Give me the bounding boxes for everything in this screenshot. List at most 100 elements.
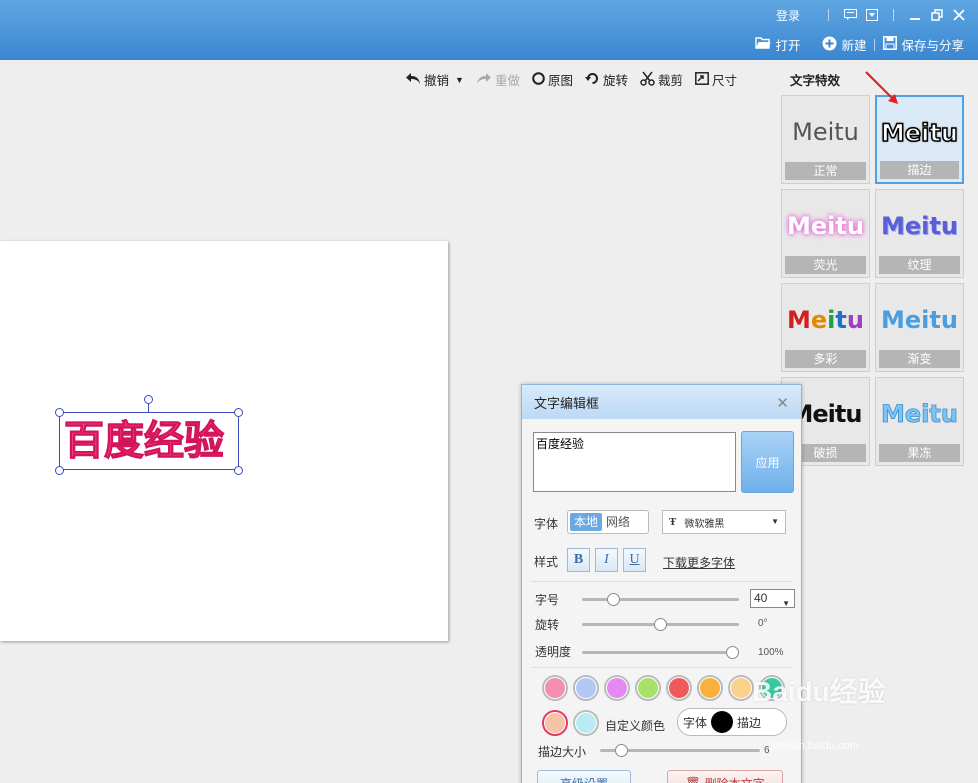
color-dot	[669, 678, 689, 698]
resize-handle-top-right[interactable]	[234, 408, 243, 417]
resize-icon	[695, 71, 709, 88]
undo-icon	[405, 71, 421, 88]
advanced-settings-button[interactable]: 高级设置	[537, 770, 631, 783]
rotate-icon	[584, 72, 600, 88]
close-icon[interactable]	[948, 6, 970, 24]
crop-label: 裁剪	[657, 74, 683, 88]
resize-handle-bottom-left[interactable]	[55, 466, 64, 475]
bold-button[interactable]: B	[567, 548, 590, 572]
color-swatch[interactable]	[728, 675, 754, 701]
undo-dropdown-caret[interactable]: ▼	[455, 75, 464, 85]
resize-handle-top-left[interactable]	[55, 408, 64, 417]
effect-jelly[interactable]: Meitu 果冻	[875, 377, 964, 466]
delete-text-button[interactable]: 🗑 删除本文字	[667, 770, 783, 783]
target-stroke-option[interactable]: 描边	[737, 714, 761, 731]
new-button[interactable]: 新建	[822, 35, 866, 54]
effect-preview: Meitu	[787, 306, 864, 334]
color-swatch[interactable]	[573, 675, 599, 701]
trash-icon: 🗑	[685, 776, 701, 783]
effect-glow[interactable]: Meitu 荧光	[781, 189, 870, 278]
color-dot	[700, 678, 720, 698]
rotate-label: 旋转	[602, 74, 628, 88]
open-button[interactable]: 打开	[755, 35, 800, 54]
slider-thumb[interactable]	[615, 744, 628, 757]
circle-icon	[532, 71, 545, 88]
target-font-option[interactable]: 字体	[683, 714, 707, 731]
font-source-online[interactable]: 网络	[602, 513, 634, 531]
save-share-button[interactable]: 保存与分享	[883, 35, 964, 54]
skin-menu-icon[interactable]	[861, 6, 883, 24]
text-content-input[interactable]: 百度经验	[533, 432, 736, 492]
original-button[interactable]: 原图	[532, 70, 573, 89]
style-label: 样式	[534, 555, 559, 569]
rotate-value: 0°	[758, 618, 768, 629]
dialog-header[interactable]: 文字编辑框 ✕	[522, 385, 801, 419]
custom-color-swatch[interactable]	[542, 710, 568, 736]
restore-icon[interactable]	[926, 6, 948, 24]
save-share-label: 保存与分享	[901, 39, 964, 53]
effect-preview: Meitu	[881, 212, 958, 240]
undo-button[interactable]: 撤销	[405, 70, 449, 89]
effect-label: 纹理	[879, 256, 960, 274]
redo-label: 重做	[494, 74, 520, 88]
scissors-icon	[640, 71, 655, 89]
download-fonts-link[interactable]: 下载更多字体	[663, 554, 735, 571]
effect-normal[interactable]: Meitu 正常	[781, 95, 870, 184]
apply-button[interactable]: 应用	[741, 431, 794, 493]
size-button[interactable]: 尺寸	[695, 70, 737, 89]
canvas-text[interactable]: 百度经验	[63, 414, 224, 468]
effect-gradient[interactable]: Meitu 渐变	[875, 283, 964, 372]
color-swatch[interactable]	[666, 675, 692, 701]
color-swatch[interactable]	[542, 675, 568, 701]
rotate-slider[interactable]	[582, 618, 739, 631]
font-source-local[interactable]: 本地	[570, 513, 603, 531]
stroke-size-slider[interactable]	[600, 744, 760, 757]
color-swatch[interactable]	[604, 675, 630, 701]
effect-colorful[interactable]: Meitu 多彩	[781, 283, 870, 372]
effect-preview: Meitu	[880, 118, 958, 148]
custom-color-swatch[interactable]	[573, 710, 599, 736]
font-size-slider[interactable]	[582, 593, 739, 606]
effect-stroke[interactable]: Meitu 描边	[875, 95, 964, 184]
baidu-watermark: Baidu经验	[752, 676, 886, 707]
slider-thumb[interactable]	[654, 618, 667, 631]
title-bar: 登录 打开 新建 保存与分享	[0, 0, 978, 60]
rotate-handle[interactable]	[144, 395, 153, 404]
font-select[interactable]: Ŧ 微软雅黑 ▼	[662, 510, 786, 534]
watermark-url: jingyan.baidu.com	[770, 740, 859, 752]
slider-thumb[interactable]	[607, 593, 620, 606]
opacity-slider[interactable]	[582, 646, 739, 659]
color-target-toggle: 字体 描边	[677, 708, 787, 736]
title-bar-top-row: 登录	[776, 6, 970, 24]
effect-preview: Meitu	[881, 400, 959, 429]
chevron-down-icon: ▼	[771, 517, 779, 526]
italic-button[interactable]: I	[595, 548, 618, 572]
black-color-dot[interactable]	[711, 711, 734, 733]
effect-label: 渐变	[879, 350, 960, 368]
rotate-label: 旋转	[535, 618, 560, 632]
edit-toolbar: 撤销 ▼ 重做 原图 旋转 裁剪 尺寸	[405, 70, 749, 89]
feedback-icon[interactable]	[839, 6, 861, 24]
rotate-button[interactable]: 旋转	[584, 70, 628, 89]
minimize-icon[interactable]	[904, 6, 926, 24]
opacity-label: 透明度	[535, 645, 572, 659]
divider	[531, 581, 793, 582]
slider-thumb[interactable]	[726, 646, 739, 659]
title-bar-actions: 打开 新建 保存与分享	[741, 35, 964, 54]
crop-button[interactable]: 裁剪	[640, 70, 683, 89]
close-icon[interactable]: ✕	[776, 394, 789, 412]
login-link[interactable]: 登录	[776, 7, 800, 24]
chevron-down-icon: ▼	[782, 599, 790, 608]
red-arrow-icon	[865, 71, 898, 104]
color-swatch[interactable]	[635, 675, 661, 701]
effect-texture[interactable]: Meitu 纹理	[875, 189, 964, 278]
original-label: 原图	[547, 74, 573, 88]
effect-label: 描边	[880, 161, 959, 179]
color-swatch[interactable]	[697, 675, 723, 701]
font-size-select[interactable]: 40 ▼	[750, 589, 795, 608]
redo-button[interactable]: 重做	[476, 70, 520, 89]
text-edit-dialog: 文字编辑框 ✕ 百度经验 应用 字体 本地 网络 Ŧ 微软雅黑 ▼ 样式 B I…	[521, 384, 802, 783]
underline-button[interactable]: U	[623, 548, 646, 572]
undo-label: 撤销	[424, 74, 450, 88]
resize-handle-bottom-right[interactable]	[234, 466, 243, 475]
